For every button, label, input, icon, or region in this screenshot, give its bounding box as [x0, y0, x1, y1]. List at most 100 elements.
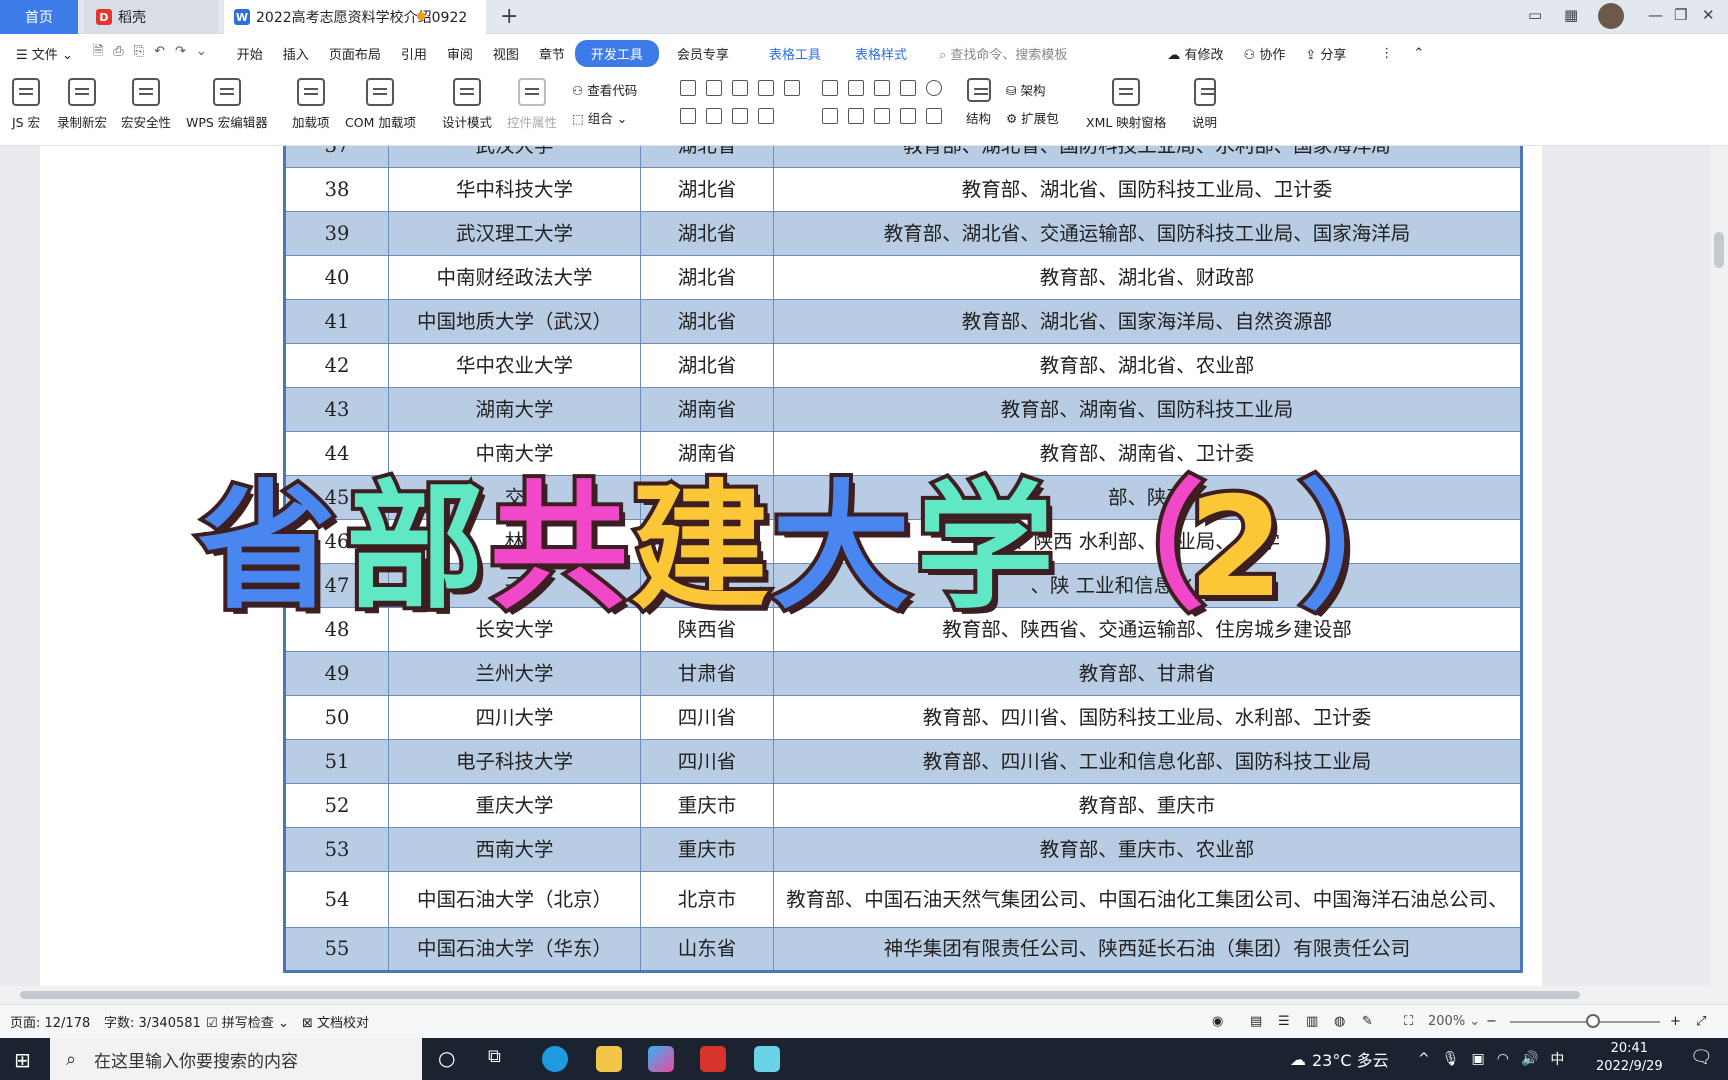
university-name-cell[interactable]: 湖南大学 — [388, 387, 641, 432]
university-name-cell[interactable]: 电子科技大学 — [388, 739, 641, 784]
menu-section[interactable]: 章节 — [529, 40, 575, 67]
co-builders-cell[interactable]: 教育部、湖南省、卫计委 — [773, 431, 1522, 476]
form-control-icon[interactable] — [874, 80, 890, 96]
co-builders-cell[interactable]: 教育部、四川省、国防科技工业局、水利部、卫计委 — [773, 695, 1522, 740]
text-control-icon[interactable] — [680, 80, 696, 96]
menu-review[interactable]: 审阅 — [437, 40, 483, 67]
co-builders-cell[interactable]: 教育部、湖北省、农业部 — [773, 343, 1522, 388]
frame-control-icon[interactable] — [900, 80, 916, 96]
record-macro-button[interactable]: 录制新宏 — [57, 78, 107, 131]
rich-text-icon[interactable] — [706, 80, 722, 96]
zoom-out-icon[interactable]: − — [1486, 1014, 1497, 1029]
task-view-icon[interactable]: ⧉ — [488, 1046, 501, 1067]
spell-check-button[interactable]: ☑ 拼写检查 ⌄ — [206, 1012, 289, 1031]
zoom-slider-knob[interactable] — [1585, 1014, 1600, 1028]
addin-button[interactable]: 加载项 — [292, 78, 330, 131]
menu-start[interactable]: 开始 — [227, 40, 273, 67]
vertical-scrollbar[interactable] — [1710, 146, 1728, 986]
province-cell[interactable]: 陕西省 — [640, 607, 774, 652]
share-button[interactable]: ⇪ 分享 — [1295, 40, 1356, 67]
outline-view-icon[interactable]: ☰ — [1278, 1014, 1290, 1029]
page-view-icon[interactable]: ▤ — [1250, 1014, 1262, 1029]
restore-icon[interactable]: ❐ — [1674, 6, 1687, 24]
list-control-icon[interactable] — [706, 108, 722, 124]
university-name-cell[interactable]: 林 — [388, 519, 641, 564]
schema-button[interactable]: ⛁ 架构 — [1006, 80, 1045, 99]
minimize-icon[interactable]: — — [1648, 6, 1663, 24]
horizontal-scrollbar[interactable] — [0, 986, 1728, 1004]
view-code-button[interactable]: ⚇ 查看代码 — [572, 80, 637, 99]
tab-daoke[interactable]: D 稻壳 — [84, 0, 218, 34]
row-number-cell[interactable]: 39 — [284, 211, 389, 256]
menu-insert[interactable]: 插入 — [273, 40, 319, 67]
row-number-cell[interactable]: 54 — [284, 871, 389, 928]
tab-document[interactable]: W 2022高考志愿资料学校介绍0922 ● — [224, 0, 486, 34]
province-cell[interactable]: 四川省 — [640, 695, 774, 740]
modified-button[interactable]: ☁ 有修改 — [1157, 40, 1233, 67]
co-builders-cell[interactable]: 教育部、重庆市、农业部 — [773, 827, 1522, 872]
js-macro-button[interactable]: JS 宏 — [12, 78, 40, 131]
collapse-ribbon-icon[interactable]: ⌃ — [1403, 42, 1434, 65]
row-number-cell[interactable]: 45 — [284, 475, 389, 520]
tab-home[interactable]: 首页 — [0, 0, 78, 34]
word-count[interactable]: 字数: 3/340581 — [104, 1012, 201, 1031]
row-number-cell[interactable]: 51 — [284, 739, 389, 784]
province-cell[interactable]: 湖北省 — [640, 211, 774, 256]
wps-macro-editor-button[interactable]: WPS 宏编辑器 — [186, 78, 268, 131]
wps-taskbar-icon[interactable] — [700, 1046, 726, 1072]
row-number-cell[interactable]: 53 — [284, 827, 389, 872]
system-tray[interactable]: ^ 🎙 ▣ ◠ 🔊 中 — [1418, 1038, 1564, 1080]
help-button[interactable]: 说明 — [1192, 78, 1217, 131]
province-cell[interactable]: 湖北省 — [640, 146, 774, 168]
province-cell[interactable]: 甘肃省 — [640, 651, 774, 696]
vertical-scroll-thumb[interactable] — [1714, 232, 1724, 268]
menu-reference[interactable]: 引用 — [391, 40, 437, 67]
province-cell[interactable]: 重庆市 — [640, 783, 774, 828]
university-name-cell[interactable]: 武汉理工大学 — [388, 211, 641, 256]
university-name-cell[interactable]: 兰州大学 — [388, 651, 641, 696]
xml-mapping-button[interactable]: XML 映射窗格 — [1086, 78, 1166, 131]
university-name-cell[interactable]: 子 — [388, 563, 641, 608]
university-name-cell[interactable]: 武汉大学 — [388, 146, 641, 168]
co-builders-cell[interactable]: 教育部、中国石油天然气集团公司、中国石油化工集团公司、中国海洋石油总公司、 — [773, 871, 1522, 928]
macro-security-button[interactable]: 宏安全性 — [121, 78, 171, 131]
co-builders-cell[interactable]: 教育部、湖北省、国防科技工业局、水利部、国家海洋局 — [773, 146, 1522, 168]
layout-icon[interactable]: ▭ — [1528, 6, 1542, 24]
menu-table-tools[interactable]: 表格工具 — [759, 40, 831, 67]
eye-icon[interactable]: ◉ — [1212, 1014, 1223, 1029]
file-menu[interactable]: ☰ 文件 ⌄ — [6, 40, 83, 67]
menu-table-style[interactable]: 表格样式 — [845, 40, 917, 67]
province-cell[interactable] — [640, 475, 774, 520]
button-control-icon[interactable] — [822, 80, 838, 96]
province-cell[interactable]: 重庆市 — [640, 827, 774, 872]
command-search[interactable]: ⌕ 查找命令、搜索模板 — [929, 40, 1077, 67]
spin-control-icon[interactable] — [926, 108, 942, 124]
taskbar-search-box[interactable]: ⌕ 在这里输入你要搜索的内容 — [50, 1038, 422, 1080]
co-builders-cell[interactable]: 神华集团有限责任公司、陕西延长石油（集团）有限责任公司 — [773, 927, 1522, 972]
co-builders-cell[interactable]: 教育部、湖南省、国防科技工业局 — [773, 387, 1522, 432]
row-number-cell[interactable]: 46 — [284, 519, 389, 564]
row-number-cell[interactable]: 47 — [284, 563, 389, 608]
university-name-cell[interactable]: 中国石油大学（北京） — [388, 871, 641, 928]
building-block-icon[interactable] — [758, 108, 774, 124]
university-name-cell[interactable]: 中南财经政法大学 — [388, 255, 641, 300]
province-cell[interactable]: 湖南省 — [640, 431, 774, 476]
row-number-cell[interactable]: 44 — [284, 431, 389, 476]
fullscreen-icon[interactable]: ⤢ — [1696, 1014, 1706, 1029]
picture-control-icon[interactable] — [732, 80, 748, 96]
cortana-icon[interactable]: ○ — [438, 1046, 455, 1070]
document-page[interactable]: 37武汉大学湖北省教育部、湖北省、国防科技工业局、水利部、国家海洋局38华中科技… — [40, 146, 1542, 986]
row-number-cell[interactable]: 50 — [284, 695, 389, 740]
province-cell[interactable] — [640, 563, 774, 608]
row-number-cell[interactable]: 48 — [284, 607, 389, 652]
university-name-cell[interactable]: 西南大学 — [388, 827, 641, 872]
group-button[interactable]: ⬚ 组合 ⌄ — [572, 108, 627, 127]
province-cell[interactable]: 湖南省 — [640, 387, 774, 432]
com-addin-button[interactable]: COM 加载项 — [345, 78, 416, 131]
label-control-icon[interactable] — [822, 108, 838, 124]
proofread-button[interactable]: ⊠ 文档校对 — [302, 1012, 369, 1031]
structure-button[interactable]: 结构 — [966, 78, 991, 127]
co-builders-cell[interactable]: 教育部、湖北省、国家海洋局、自然资源部 — [773, 299, 1522, 344]
university-name-cell[interactable]: 中国石油大学（华东） — [388, 927, 641, 972]
check-control-icon[interactable] — [848, 80, 864, 96]
